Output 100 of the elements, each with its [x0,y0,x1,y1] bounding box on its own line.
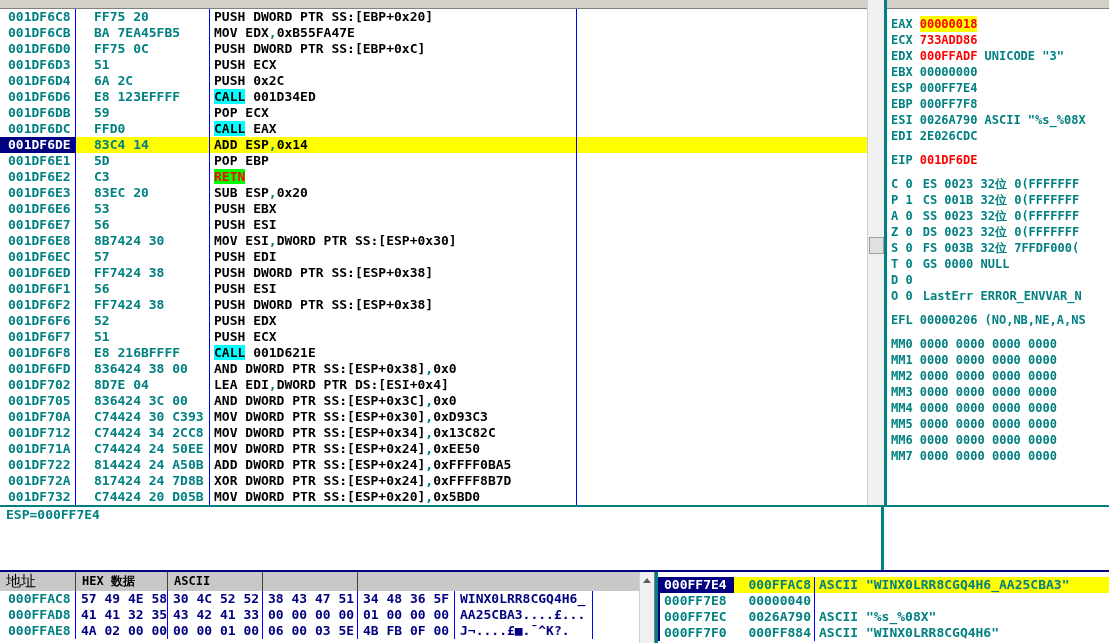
flags-decoded: (NO,NB,NE,A,NS [984,312,1086,328]
address-cell[interactable]: 000FF7E4 [658,577,734,593]
address-cell[interactable]: 001DF6E7 [0,217,76,233]
register-name: MM1 [891,352,913,368]
scrollbar[interactable] [639,572,654,643]
register-name: MM2 [891,368,913,384]
address-cell[interactable]: 001DF72A [0,473,76,489]
hex-cell: FF7424 38 [76,297,210,313]
instruction-cell: MOV DWORD PTR SS:[ESP+0x20],0x5BD0 [210,489,577,505]
address-cell[interactable]: 001DF712 [0,425,76,441]
register-value[interactable]: 0000 0000 0000 0000 [919,336,1057,352]
address-cell[interactable]: 001DF6D4 [0,73,76,89]
register-value[interactable]: 000FF7F8 [919,96,978,112]
hex-cell: 38 43 47 51 [263,591,358,607]
address-cell[interactable]: 001DF6E6 [0,201,76,217]
address-cell[interactable]: 001DF6F8 [0,345,76,361]
address-cell[interactable]: 001DF6F1 [0,281,76,297]
instruction-cell: MOV EDX,0xB55FA47E [210,25,577,41]
instruction-cell: PUSH DWORD PTR SS:[ESP+0x38] [210,265,577,281]
hex-cell: 4B FB 0F 00 [358,623,455,639]
flag-text[interactable]: S 0 [891,240,913,256]
address-cell[interactable]: 001DF6F2 [0,297,76,313]
register-value[interactable]: 0000 0000 0000 0000 [919,432,1057,448]
address-cell[interactable]: 001DF722 [0,457,76,473]
register-value[interactable]: 00000018 [919,16,978,32]
ascii-cell: AA25CBA3....£... [455,607,593,623]
address-cell[interactable]: 001DF6E1 [0,153,76,169]
instruction-cell: ADD DWORD PTR SS:[ESP+0x24],0xFFFF0BA5 [210,457,577,473]
scroll-up-icon[interactable] [643,578,651,583]
address-cell[interactable]: 001DF6E8 [0,233,76,249]
address-cell[interactable]: 001DF6E2 [0,169,76,185]
address-cell[interactable]: 001DF6DB [0,105,76,121]
hex-cell: C74424 24 50EE [76,441,210,457]
register-value[interactable]: 000FFADF [919,48,978,64]
value-cell: 00000040 [734,593,815,609]
address-cell[interactable]: 001DF6C8 [0,9,76,25]
column-header[interactable]: 地址 [0,572,76,591]
register-value[interactable]: 0000 0000 0000 0000 [919,384,1057,400]
flag-text[interactable]: Z 0 [891,224,913,240]
register-value[interactable]: 2E026CDC [919,128,978,144]
address-cell[interactable]: 001DF6EC [0,249,76,265]
segment-text: CS 001B 32位 0(FFFFFFF [922,192,1080,208]
flag-text[interactable]: C 0 [891,176,913,192]
address-cell[interactable]: 001DF70A [0,409,76,425]
instruction-cell: PUSH ESI [210,281,577,297]
register-value[interactable]: 0026A790 [919,112,978,128]
instruction-cell: PUSH EBX [210,201,577,217]
address-cell[interactable]: 001DF6DE [0,137,76,153]
hex-cell: 43 42 41 33 [168,607,263,623]
flag-text[interactable]: P 1 [891,192,913,208]
address-cell[interactable]: 001DF6F7 [0,329,76,345]
register-value[interactable]: 00000206 [919,312,978,328]
instruction-cell: RETN [210,169,577,185]
segment-text: FS 003B 32位 7FFDF000( [922,240,1080,256]
register-value[interactable]: 00000000 [919,64,978,80]
address-cell[interactable]: 001DF6CB [0,25,76,41]
register-value[interactable]: 733ADD86 [919,32,978,48]
register-name: MM7 [891,448,913,464]
column-header[interactable]: HEX 数据 [76,572,168,591]
address-cell[interactable]: 001DF6D3 [0,57,76,73]
column-header[interactable]: ASCII [168,572,263,591]
comment-cell-text: ASCII "WINX0LRR8CGQ4H6" [818,625,1000,641]
address-cell[interactable]: 000FF7F0 [658,625,734,641]
address-cell[interactable]: 001DF6D0 [0,41,76,57]
address-cell[interactable]: 001DF6F6 [0,313,76,329]
address-cell[interactable]: 000FF7E8 [658,593,734,609]
register-value[interactable]: 0000 0000 0000 0000 [919,448,1057,464]
hex-cell: 814424 24 A50B [76,457,210,473]
hex-cell: 83C4 14 [76,137,210,153]
flag-text[interactable]: A 0 [891,208,913,224]
register-value[interactable]: 000FF7E4 [919,80,978,96]
flag-text[interactable]: D 0 [891,272,913,288]
hex-cell: 51 [76,329,210,345]
register-value[interactable]: 0000 0000 0000 0000 [919,368,1057,384]
flag-text[interactable]: T 0 [891,256,913,272]
address-cell[interactable]: 001DF732 [0,489,76,505]
hex-cell: 836424 38 00 [76,361,210,377]
scrollbar[interactable] [867,0,884,505]
address-cell[interactable]: 000FF7EC [658,609,734,625]
address-cell[interactable]: 001DF705 [0,393,76,409]
address-cell[interactable]: 001DF71A [0,441,76,457]
address-cell[interactable]: 001DF6FD [0,361,76,377]
address-cell[interactable]: 001DF6ED [0,265,76,281]
flag-text[interactable]: O 0 [891,288,913,304]
address-cell: 000FFAC8 [0,591,76,607]
hex-cell: 06 00 03 5E [263,623,358,639]
scroll-thumb[interactable] [869,237,884,254]
address-cell[interactable]: 001DF702 [0,377,76,393]
register-value[interactable]: 0000 0000 0000 0000 [919,400,1057,416]
hex-cell: 59 [76,105,210,121]
instruction-cell: MOV DWORD PTR SS:[ESP+0x30],0xD93C3 [210,409,577,425]
address-cell[interactable]: 001DF6E3 [0,185,76,201]
hex-cell: 56 [76,217,210,233]
register-value[interactable]: 001DF6DE [919,152,978,168]
address-cell[interactable]: 001DF6D6 [0,89,76,105]
register-name: EBP [891,96,913,112]
segment-text: DS 0023 32位 0(FFFFFFF [922,224,1080,240]
register-value[interactable]: 0000 0000 0000 0000 [919,352,1057,368]
register-comment: ASCII "%s_%08X [984,112,1086,128]
register-value[interactable]: 0000 0000 0000 0000 [919,416,1057,432]
